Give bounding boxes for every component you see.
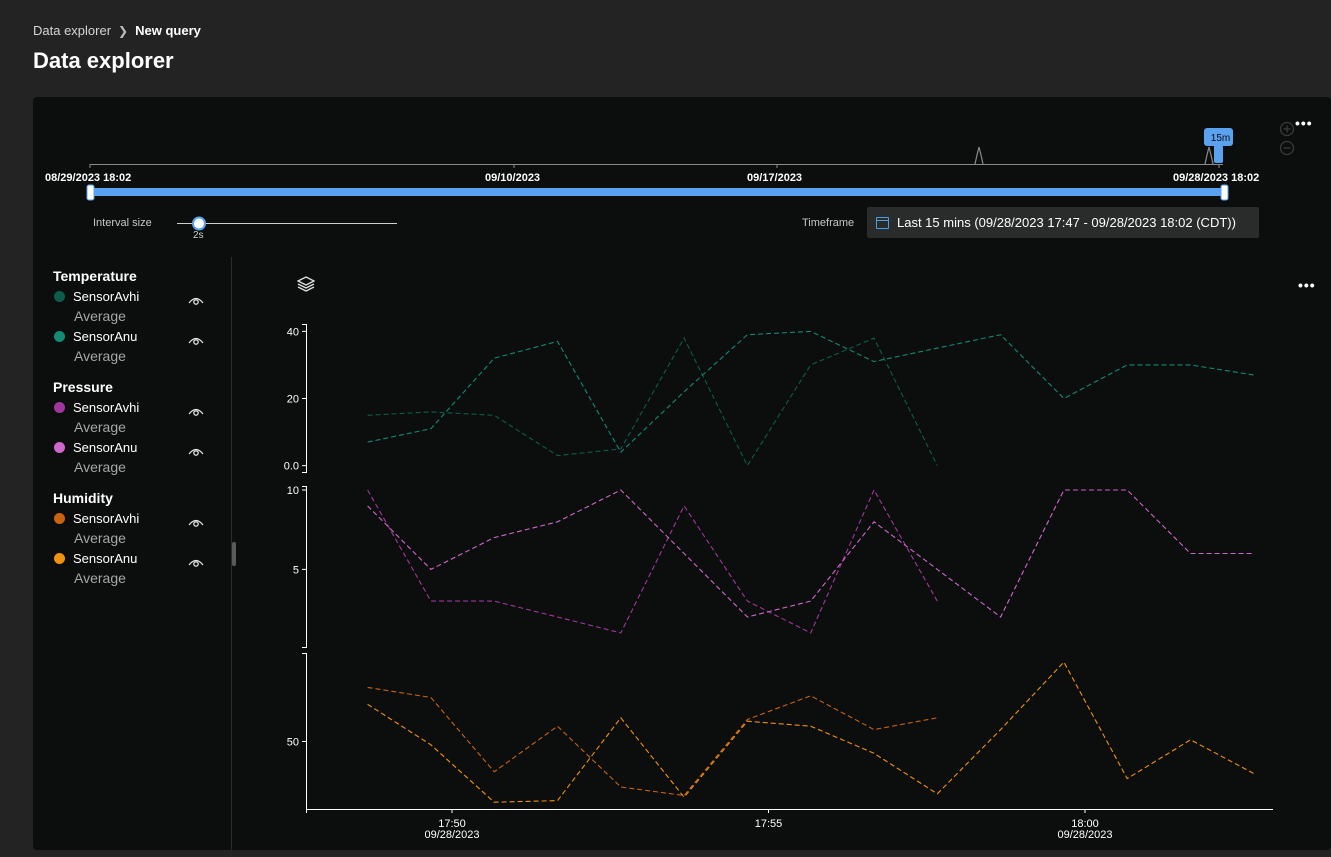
- series-line-pressure-sensoravhi: [367, 488, 938, 634]
- explorer-panel: 15m ••• 08/29/2023 18:02 09/10/2023 09/1…: [33, 97, 1331, 850]
- series-line-pressure-sensoranu: [367, 489, 1254, 618]
- page-title: Data explorer: [33, 48, 174, 73]
- breadcrumb-parent[interactable]: Data explorer: [33, 23, 111, 38]
- y-tick-label: 5: [293, 564, 299, 576]
- chevron-right-icon: ❯: [118, 23, 129, 38]
- breadcrumb: Data explorer ❯ New query: [33, 23, 201, 38]
- breadcrumb-current: New query: [135, 23, 201, 38]
- line-chart[interactable]: 40200.01055017:5009/28/202317:55 18:0009/…: [33, 97, 1331, 850]
- x-tick-date: 09/28/2023: [424, 829, 479, 841]
- x-tick-date: 09/28/2023: [1057, 829, 1112, 841]
- series-line-humidity-sensoranu: [367, 661, 1255, 803]
- y-tick-label: 40: [287, 326, 299, 338]
- series-line-temperature-sensoravhi: [367, 336, 938, 467]
- series-line-temperature-sensoranu: [367, 330, 1254, 454]
- y-tick-label: 20: [287, 394, 299, 406]
- y-tick-label: 0.0: [284, 461, 299, 473]
- y-tick-label: 10: [287, 485, 299, 497]
- x-tick-label: 17:55: [755, 818, 783, 830]
- y-tick-label: 50: [287, 736, 299, 748]
- series-line-humidity-sensoravhi: [367, 686, 938, 797]
